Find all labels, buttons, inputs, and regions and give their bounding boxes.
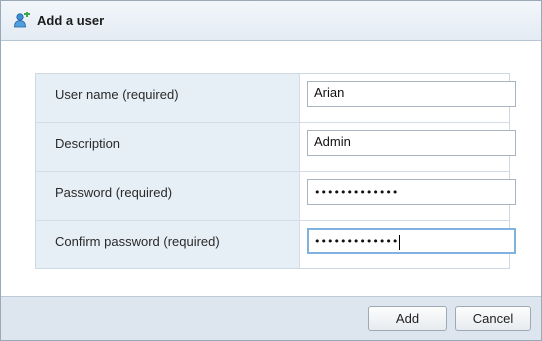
form-row-confirm-password: Confirm password (required) ••••••••••••… bbox=[36, 221, 516, 270]
form-row-password: Password (required) ••••••••••••• bbox=[36, 172, 516, 221]
password-input[interactable]: ••••••••••••• bbox=[307, 179, 516, 205]
dialog-title-bar: Add a user bbox=[1, 1, 541, 41]
description-label: Description bbox=[55, 136, 121, 151]
password-label: Password (required) bbox=[55, 185, 173, 200]
confirm-password-label: Confirm password (required) bbox=[55, 234, 220, 249]
dialog-title: Add a user bbox=[37, 13, 105, 28]
username-input[interactable]: Arian bbox=[307, 81, 516, 107]
add-user-dialog: Add a user User name (required) Arian De… bbox=[0, 0, 542, 341]
user-form: User name (required) Arian Description A… bbox=[35, 73, 516, 270]
dialog-footer: Add Cancel bbox=[1, 296, 541, 340]
cancel-button[interactable]: Cancel bbox=[455, 306, 531, 331]
username-label: User name (required) bbox=[55, 87, 179, 102]
form-row-username: User name (required) Arian bbox=[36, 74, 516, 123]
confirm-password-input[interactable]: ••••••••••••• bbox=[307, 228, 516, 254]
description-input[interactable]: Admin bbox=[307, 130, 516, 156]
confirm-password-value: ••••••••••••• bbox=[314, 235, 399, 248]
add-button[interactable]: Add bbox=[368, 306, 447, 331]
text-caret bbox=[399, 234, 401, 250]
form-row-description: Description Admin bbox=[36, 123, 516, 172]
add-user-icon bbox=[13, 10, 31, 30]
